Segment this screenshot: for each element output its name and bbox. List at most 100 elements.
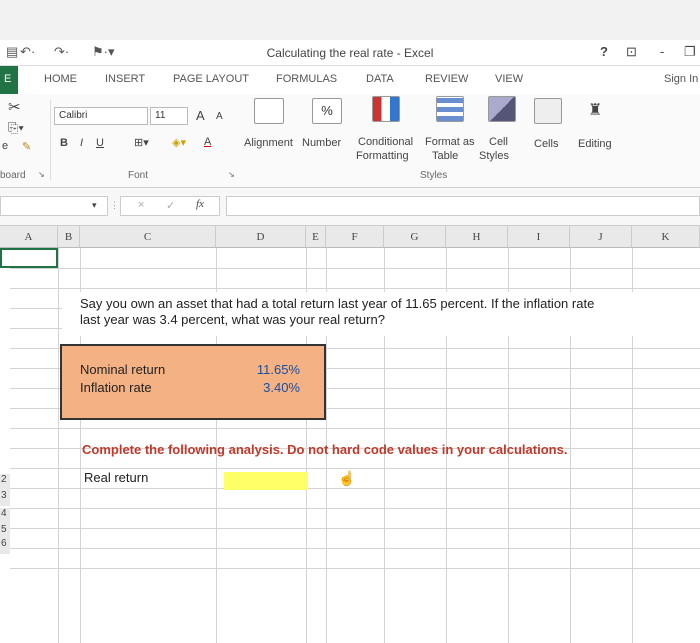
column-header-i[interactable]: I [508,226,570,248]
tab-formulas[interactable]: FORMULAS [276,73,337,85]
inflation-rate-value[interactable]: 3.40% [263,380,300,395]
format-painter-icon[interactable]: ✎ [22,140,31,153]
column-header-b[interactable]: B [58,226,80,248]
row-header-6[interactable]: 6 [0,538,10,554]
format-as-table-label-2[interactable]: Table [432,150,458,162]
cell-styles-label-2[interactable]: Styles [479,150,509,162]
column-header-d[interactable]: D [216,226,306,248]
help-button[interactable]: ? [600,44,608,59]
divider [50,100,51,180]
question-line-2: last year was 3.4 percent, what was your… [80,312,385,327]
row-header-2[interactable]: 2 [0,474,10,490]
hand-cursor-icon: ☝ [338,470,356,486]
alignment-icon[interactable] [254,98,284,124]
ribbon-display-icon[interactable]: ⊡ [626,44,637,60]
question-line-1: Say you own an asset that had a total re… [80,296,595,311]
italic-button[interactable]: I [80,137,83,149]
row-header-4[interactable]: 4 [0,508,10,524]
row-line [10,288,700,289]
copy-icon[interactable]: ⎘▾ [8,120,24,136]
formula-input[interactable] [226,196,700,216]
column-header-e[interactable]: E [306,226,326,248]
formula-bar-grip-icon: ⋮ [110,200,119,210]
row-line [10,548,700,549]
tab-home[interactable]: HOME [44,73,77,85]
formula-bar: ▾ ⋮ × ✓ fx [0,188,700,226]
fill-color-icon[interactable]: ◈▾ [172,136,186,149]
format-as-table-label-1[interactable]: Format as [425,136,475,148]
row-line [10,568,700,569]
cells-button[interactable]: Cells [534,138,558,150]
tab-page-layout[interactable]: PAGE LAYOUT [173,73,249,85]
enter-icon[interactable]: ✓ [166,199,175,212]
title-bar: ▤ ↶· ↷· ⚑·▾ Calculating the real rate - … [0,40,700,66]
conditional-formatting-icon[interactable] [372,96,400,122]
row-line [10,528,700,529]
tab-insert[interactable]: INSERT [105,73,145,85]
column-header-j[interactable]: J [570,226,632,248]
binoculars-icon[interactable]: ♜ [588,100,602,120]
cancel-icon[interactable]: × [138,199,144,211]
window-title: Calculating the real rate - Excel [266,46,434,60]
nominal-return-value[interactable]: 11.65% [257,362,300,377]
cells-icon[interactable] [534,98,562,124]
ribbon-tabs: E HOME INSERT PAGE LAYOUT FORMULAS DATA … [0,66,700,94]
row-line [10,488,700,489]
editing-button[interactable]: Editing [578,138,612,150]
row-line [10,268,700,269]
column-header-g[interactable]: G [384,226,446,248]
clipboard-launcher-icon[interactable]: ↘ [38,170,45,179]
selected-cell[interactable] [0,248,58,268]
real-return-label: Real return [84,470,149,485]
row-line [10,468,700,469]
font-color-button[interactable]: A [204,136,211,148]
conditional-formatting-label-1[interactable]: Conditional [358,136,413,148]
column-line [58,248,59,643]
font-launcher-icon[interactable]: ↘ [228,170,235,179]
inflation-rate-label: Inflation rate [80,380,152,395]
tab-review[interactable]: REVIEW [425,73,468,85]
bold-button[interactable]: B [60,137,68,149]
minimize-button[interactable]: - [660,44,664,59]
format-as-table-icon[interactable] [436,96,464,122]
cell-styles-label-1[interactable]: Cell [489,136,508,148]
real-return-input-cell[interactable] [224,472,308,490]
number-button[interactable]: Number [302,137,341,149]
font-size-select[interactable]: 11 [150,107,188,125]
nominal-return-label: Nominal return [80,362,166,377]
cut-icon[interactable]: ✂ [8,98,21,116]
instruction-text: Complete the following analysis. Do not … [82,442,568,457]
tab-data[interactable]: DATA [366,73,394,85]
row-header-3[interactable]: 3 [0,490,10,506]
alignment-button[interactable]: Alignment [244,137,293,149]
insert-function-button[interactable]: fx [196,198,204,210]
ribbon: ✂ ⎘▾ e ✎ board ↘ Calibri 11 A A B I U ⊞▾… [0,94,700,188]
font-group-label: Font [128,170,149,181]
column-header-f[interactable]: F [326,226,384,248]
name-box-dropdown-icon[interactable]: ▾ [92,200,97,211]
conditional-formatting-label-2[interactable]: Formatting [356,150,409,162]
cell-styles-icon[interactable] [488,96,516,122]
tab-file[interactable]: E [0,66,18,94]
paste-label[interactable]: e [2,140,8,152]
column-header-a[interactable]: A [0,226,58,248]
column-header-h[interactable]: H [446,226,508,248]
worksheet-grid[interactable]: A B C D E F G H I J K Say you own an ass… [0,226,700,643]
sign-in-link[interactable]: Sign In [664,73,698,85]
restore-icon[interactable]: ❐ [684,44,696,60]
borders-icon[interactable]: ⊞▾ [134,136,149,149]
percent-glyph: % [321,103,333,118]
tab-view[interactable]: VIEW [495,73,523,85]
styles-group-label: Styles [420,170,448,181]
column-header-k[interactable]: K [632,226,700,248]
row-line [10,508,700,509]
grow-font-button[interactable]: A [196,108,205,123]
percent-icon[interactable]: % [312,98,342,124]
font-name-select[interactable]: Calibri [54,107,148,125]
column-header-c[interactable]: C [80,226,216,248]
row-line [10,428,700,429]
font-size-value: 11 [155,110,166,121]
clipboard-group-label: board [0,170,26,181]
shrink-font-button[interactable]: A [216,111,223,122]
underline-button[interactable]: U [96,137,104,149]
